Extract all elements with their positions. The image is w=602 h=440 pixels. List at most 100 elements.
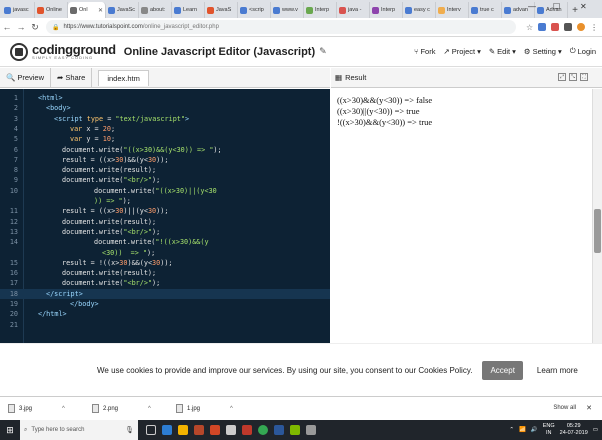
code-line[interactable]: 3 <script type = "text/javascript"> bbox=[0, 114, 330, 124]
learn-more-link[interactable]: Learn more bbox=[537, 366, 578, 375]
code-line[interactable]: 16 document.write(result); bbox=[0, 268, 330, 278]
language-indicator[interactable]: ENG IN bbox=[543, 423, 555, 437]
code-line[interactable]: 14 document.write("!((x>30)&&(y bbox=[0, 237, 330, 247]
forward-icon[interactable]: → bbox=[14, 22, 28, 32]
word-icon[interactable] bbox=[274, 425, 284, 435]
app-icon[interactable] bbox=[178, 425, 188, 435]
microphone-icon[interactable]: 🎙 bbox=[125, 426, 134, 434]
download-item[interactable]: 1.jpg ^ bbox=[168, 404, 252, 413]
app-icon[interactable] bbox=[290, 425, 300, 435]
header-link-edit[interactable]: ✎ Edit ▾ bbox=[489, 46, 516, 56]
header-link-setting[interactable]: ⚙ Setting ▾ bbox=[524, 46, 562, 56]
accept-button[interactable]: Accept bbox=[482, 360, 523, 380]
chevron-up-icon[interactable]: ^ bbox=[62, 406, 65, 412]
menu-icon[interactable]: ⋮ bbox=[590, 23, 598, 32]
notification-icon[interactable]: ▭ bbox=[593, 427, 598, 433]
code-line[interactable]: 4 var x = 20; bbox=[0, 124, 330, 134]
chevron-up-icon[interactable]: ⌃ bbox=[509, 427, 514, 433]
code-line[interactable]: 19 </body> bbox=[0, 299, 330, 309]
app-icon[interactable] bbox=[242, 425, 252, 435]
browser-tab[interactable]: Advan bbox=[535, 2, 568, 18]
browser-tab[interactable]: JavaSc bbox=[106, 2, 139, 18]
browser-tab[interactable]: Interp bbox=[370, 2, 403, 18]
app-icon[interactable] bbox=[226, 425, 236, 435]
close-tab-icon[interactable]: ✕ bbox=[98, 7, 103, 14]
browser-tab[interactable]: Learn bbox=[172, 2, 205, 18]
code-line[interactable]: 9 document.write("<br/>"); bbox=[0, 175, 330, 185]
code-line[interactable]: 1 <html> bbox=[0, 93, 330, 103]
url-input[interactable]: 🔒 https://www.tutorialspoint.com/online_… bbox=[46, 20, 516, 34]
close-icon[interactable]: ✕ bbox=[586, 404, 592, 412]
extension-icon[interactable] bbox=[564, 23, 573, 31]
code-line[interactable]: 10 document.write("((x>30)||(y<30 bbox=[0, 186, 330, 196]
code-line[interactable]: 15 result = !((x>30)&&(y<30)); bbox=[0, 258, 330, 268]
show-all-button[interactable]: Show all bbox=[553, 405, 576, 411]
download-item[interactable]: 2.png ^ bbox=[84, 404, 168, 413]
code-line[interactable]: 12 document.write(result); bbox=[0, 217, 330, 227]
clock[interactable]: 05:29 24-07-2019 bbox=[560, 423, 588, 437]
edit-title-icon[interactable]: ✎ bbox=[319, 46, 327, 57]
app-icon[interactable] bbox=[210, 425, 220, 435]
expand-icon[interactable]: ⤢ bbox=[558, 73, 566, 81]
volume-icon[interactable]: 🔊 bbox=[531, 427, 538, 433]
chrome-icon[interactable] bbox=[258, 425, 268, 435]
code-line[interactable]: <30)) => "); bbox=[0, 248, 330, 258]
code-line[interactable]: 18 </script> bbox=[0, 288, 330, 299]
browser-tab[interactable]: JavaS bbox=[205, 2, 238, 18]
header-link-fork[interactable]: ⑂ Fork bbox=[414, 46, 436, 56]
code-line[interactable]: 2 <body> bbox=[0, 103, 330, 113]
preview-button[interactable]: 🔍 Preview bbox=[0, 67, 52, 88]
fullscreen-icon[interactable]: ⛶ bbox=[580, 73, 588, 81]
share-button[interactable]: ➦ Share bbox=[51, 67, 93, 88]
browser-tab[interactable]: true c bbox=[469, 2, 502, 18]
download-item[interactable]: 3.jpg ^ bbox=[0, 404, 84, 413]
code-line[interactable]: 6 document.write("((x>30)&&(y<30)) => "); bbox=[0, 145, 330, 155]
star-icon[interactable]: ☆ bbox=[526, 23, 533, 32]
close-window-icon[interactable]: ✕ bbox=[580, 2, 587, 11]
reload-icon[interactable]: ↻ bbox=[28, 22, 42, 33]
code-editor[interactable]: 1 <html> 2 <body> 3 <script type = "text/java… bbox=[0, 89, 330, 343]
scrollbar[interactable] bbox=[592, 89, 602, 343]
code-line[interactable]: 13 document.write("<br/>"); bbox=[0, 227, 330, 237]
app-icon[interactable] bbox=[194, 425, 204, 435]
browser-tab[interactable]: java - bbox=[337, 2, 370, 18]
header-link-project[interactable]: ↗ Project ▾ bbox=[443, 46, 480, 56]
browser-tab[interactable]: javasc bbox=[2, 2, 35, 18]
maximize-icon[interactable]: ☐ bbox=[553, 2, 560, 11]
account-icon[interactable] bbox=[577, 23, 586, 31]
header-link-login[interactable]: ⏻ Login bbox=[570, 46, 596, 56]
code-line[interactable]: 21 bbox=[0, 320, 330, 330]
logo[interactable]: codingground SIMPLY EASY CODING bbox=[10, 42, 116, 61]
browser-tab[interactable]: about: bbox=[139, 2, 172, 18]
app-icon[interactable] bbox=[306, 425, 316, 435]
chevron-up-icon[interactable]: ^ bbox=[230, 406, 233, 412]
code-line[interactable]: 11 result = ((x>30)||(y<30)); bbox=[0, 206, 330, 216]
back-icon[interactable]: ← bbox=[0, 22, 14, 32]
minimize-icon[interactable]: — bbox=[528, 2, 536, 11]
task-view-icon[interactable] bbox=[146, 425, 156, 435]
taskbar-search[interactable]: ⌕ Type here to search 🎙 bbox=[20, 420, 138, 440]
code-line[interactable]: 20 </html> bbox=[0, 309, 330, 319]
browser-tab-label: Interp bbox=[315, 7, 330, 13]
app-icon[interactable] bbox=[162, 425, 172, 435]
windows-start-icon[interactable]: ⊞ bbox=[0, 420, 20, 440]
browser-tab[interactable]: Interp bbox=[304, 2, 337, 18]
chevron-up-icon[interactable]: ^ bbox=[148, 406, 151, 412]
browser-tab[interactable]: www.v bbox=[271, 2, 304, 18]
browser-tab[interactable]: Onl ✕ bbox=[68, 2, 106, 18]
scrollbar-thumb[interactable] bbox=[594, 209, 601, 253]
code-line[interactable]: 5 var y = 10; bbox=[0, 134, 330, 144]
network-icon[interactable]: 📶 bbox=[519, 427, 526, 433]
browser-tab[interactable]: easy c bbox=[403, 2, 436, 18]
browser-tab[interactable]: Online bbox=[35, 2, 68, 18]
extension-icon[interactable] bbox=[538, 23, 547, 31]
browser-tab[interactable]: <scrip bbox=[238, 2, 271, 18]
code-line[interactable]: 8 document.write(result); bbox=[0, 165, 330, 175]
code-line[interactable]: 7 result = ((x>30)&&(y<30)); bbox=[0, 155, 330, 165]
file-tab-index[interactable]: index.htm bbox=[98, 69, 149, 86]
extension-icon[interactable] bbox=[551, 23, 560, 31]
code-line[interactable]: )) => "); bbox=[0, 196, 330, 206]
collapse-icon[interactable]: ⤡ bbox=[569, 73, 577, 81]
code-line[interactable]: 17 document.write("<br/>"); bbox=[0, 278, 330, 288]
browser-tab[interactable]: Interv bbox=[436, 2, 469, 18]
